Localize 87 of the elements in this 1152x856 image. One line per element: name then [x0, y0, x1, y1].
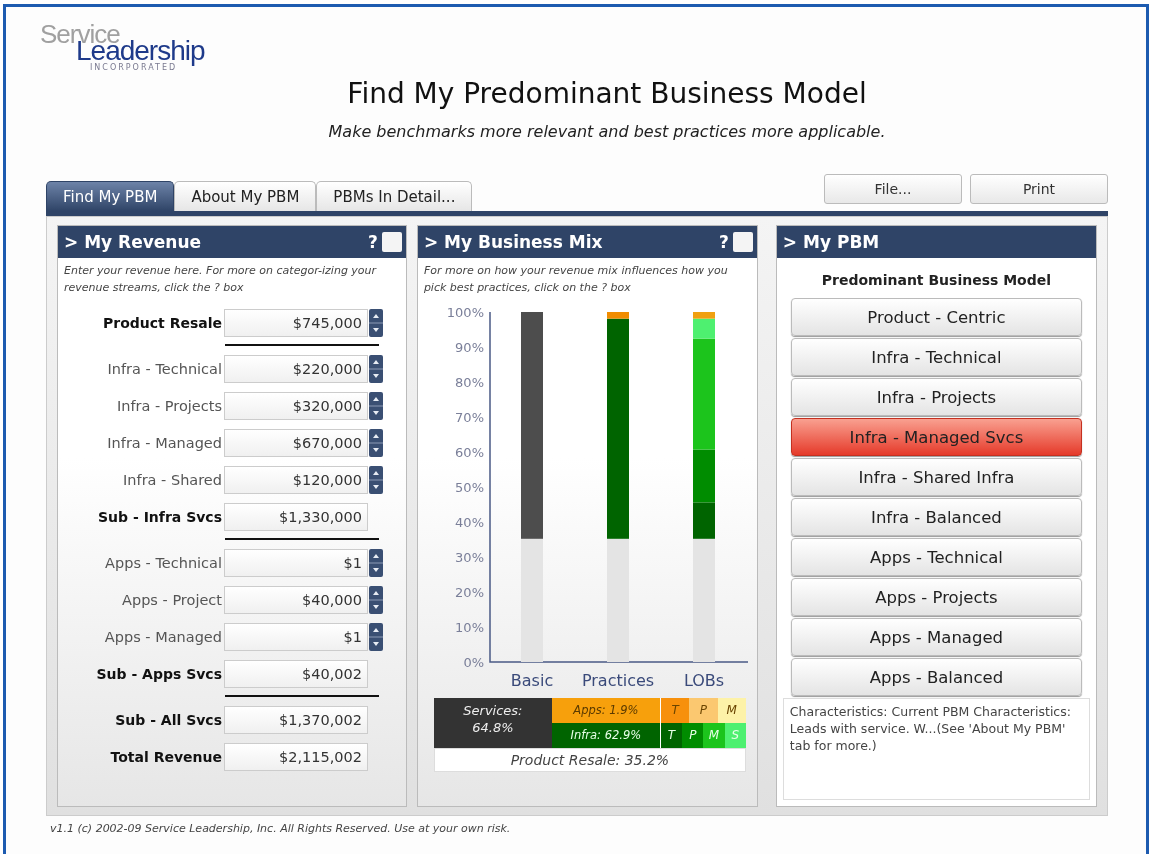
spinner-icon[interactable] [369, 465, 383, 494]
help-checkbox[interactable] [381, 232, 402, 252]
spinner-icon[interactable] [369, 548, 383, 577]
field-label: Infra - Technical [106, 360, 223, 377]
help-label: ? [368, 232, 378, 252]
axis-tick-label: 60% [455, 444, 484, 460]
axis-tick-label: 90% [455, 339, 484, 355]
help-checkbox[interactable] [732, 232, 753, 252]
model-button[interactable]: Infra - Shared Infra [790, 458, 1082, 496]
share-letter: M [717, 698, 746, 723]
revenue-field[interactable]: $320,000 [224, 391, 368, 420]
share-letter: T [660, 723, 683, 748]
field-label: Sub - Infra Svcs [97, 508, 223, 525]
spinner-icon[interactable] [369, 391, 383, 420]
pbm-description: Characteristics: Current PBM Characteristics: Leads with service. W...(See 'About My PBM' tab for more.) [782, 698, 1090, 800]
share-label: Apps: 1.9% [551, 698, 661, 723]
share-label: Infra: 62.9% [551, 723, 661, 748]
model-button[interactable]: Infra - Balanced [790, 498, 1082, 536]
field-label: Infra - Managed [106, 434, 223, 451]
axis-category-label: Basic [510, 671, 554, 690]
axis-category-label: Practices [581, 671, 654, 690]
page-subtitle: Make benchmarks more relevant and best practices more applicable. [327, 122, 886, 141]
model-button[interactable]: Apps - Balanced [790, 658, 1082, 696]
revenue-field: $1,370,002 [224, 705, 368, 734]
revenue-field[interactable]: $120,000 [224, 465, 368, 494]
file-button[interactable]: File... [824, 174, 962, 204]
spinner-icon[interactable] [369, 354, 383, 383]
model-button[interactable]: Product - Centric [790, 298, 1082, 336]
tab[interactable]: Find My PBM [46, 181, 175, 211]
tab[interactable]: PBMs In Detail... [316, 181, 473, 211]
field-label: Product Resale [102, 314, 223, 331]
revenue-field[interactable]: $40,000 [224, 585, 368, 614]
panel-subheading: Predominant Business Model [820, 271, 1053, 290]
footer-text: v1.1 (c) 2002-09 Service Leadership, Inc. All Rights Reserved. Use at your own risk. [49, 821, 512, 835]
panel-hint: For more on how your revenue mix influences how you pick best practices, click on the ? box [422, 263, 729, 296]
field-label: Infra - Shared [122, 471, 223, 488]
panel-title: > My PBM [782, 232, 881, 252]
field-label: Sub - Apps Svcs [95, 665, 223, 682]
panel-title: > My Business Mix [423, 232, 604, 252]
revenue-field[interactable]: $220,000 [224, 354, 368, 383]
axis-tick-label: 50% [455, 479, 484, 495]
model-button[interactable]: Infra - Projects [790, 378, 1082, 416]
share-letter: S [724, 723, 746, 748]
spinner-icon[interactable] [369, 622, 383, 651]
axis-category-label: LOBs [683, 671, 724, 690]
spinner-icon[interactable] [369, 308, 383, 337]
field-label: Apps - Technical [104, 554, 223, 571]
axis-tick-label: 0% [463, 654, 484, 670]
model-button[interactable]: Apps - Projects [790, 578, 1082, 616]
revenue-field[interactable]: $745,000 [224, 308, 368, 337]
revenue-field: $1,330,000 [224, 502, 368, 531]
axis-tick-label: 40% [455, 514, 484, 530]
print-button[interactable]: Print [970, 174, 1108, 204]
revenue-field: $40,002 [224, 659, 368, 688]
spinner-icon[interactable] [369, 428, 383, 457]
axis-tick-label: 80% [455, 374, 484, 390]
field-label: Sub - All Svcs [114, 711, 223, 728]
model-button[interactable]: Apps - Technical [790, 538, 1082, 576]
axis-tick-label: 30% [455, 549, 484, 565]
axis-tick-label: 20% [455, 584, 484, 600]
share-letter: P [689, 698, 718, 723]
axis-tick-label: 100% [446, 304, 484, 320]
revenue-field: $2,115,002 [224, 742, 368, 771]
revenue-field[interactable]: $1 [224, 622, 368, 651]
revenue-field[interactable]: $670,000 [224, 428, 368, 457]
field-label: Total Revenue [109, 748, 223, 765]
help-label: ? [719, 232, 729, 252]
model-button[interactable]: Apps - Managed [790, 618, 1082, 656]
field-label: Apps - Managed [103, 628, 223, 645]
model-button[interactable]: Infra - Managed Svcs [790, 418, 1082, 456]
field-label: Apps - Project [121, 591, 223, 608]
model-button[interactable]: Infra - Technical [790, 338, 1082, 376]
product-share: Product Resale: 35.2% [433, 748, 746, 772]
spinner-icon[interactable] [369, 585, 383, 614]
share-letter: M [703, 723, 725, 748]
field-label: Infra - Projects [115, 397, 223, 414]
logo-tagline: INCORPORATED [90, 64, 178, 72]
share-letter: P [682, 723, 704, 748]
axis-tick-label: 10% [455, 619, 484, 635]
page-title: Find My Predominant Business Model [346, 77, 867, 110]
services-share: Services: 64.8% [433, 698, 552, 748]
share-letter: T [660, 698, 690, 723]
panel-hint: Enter your revenue here. For more on categor-izing your revenue streams, click the ? box [63, 263, 378, 296]
panel-title: > My Revenue [64, 232, 203, 252]
axis-tick-label: 70% [455, 409, 484, 425]
tab[interactable]: About My PBM [174, 181, 317, 211]
revenue-field[interactable]: $1 [224, 548, 368, 577]
